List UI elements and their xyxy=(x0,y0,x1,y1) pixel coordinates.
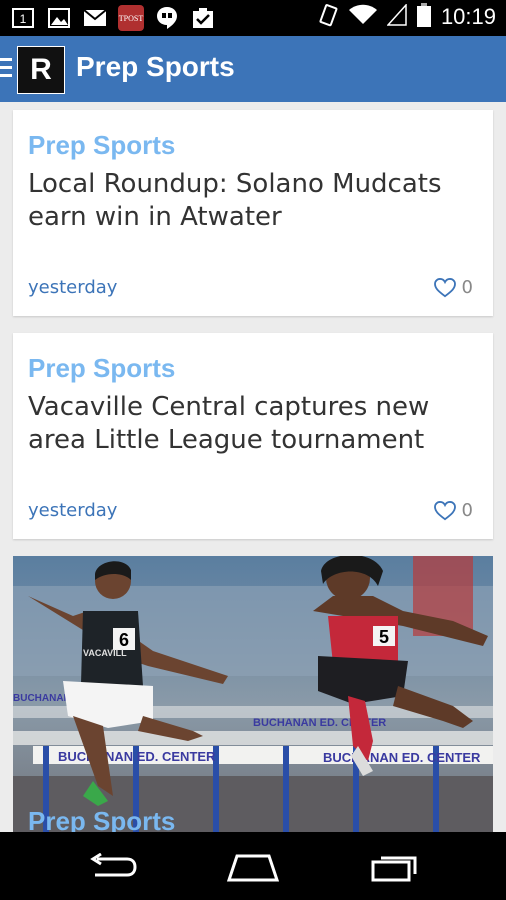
heart-icon xyxy=(433,500,456,520)
like-button[interactable]: 0 xyxy=(433,500,473,521)
back-button[interactable] xyxy=(82,850,142,884)
back-icon xyxy=(90,853,137,877)
article-feed[interactable]: Prep Sports Local Roundup: Solano Mudcat… xyxy=(0,102,506,832)
notification-1-icon: 1 xyxy=(10,5,36,31)
hurdle-banner-text: BUCHANAN ED. CENTER xyxy=(323,750,481,765)
article-card[interactable]: Prep Sports Local Roundup: Solano Mudcat… xyxy=(13,110,493,316)
svg-text:TPOST: TPOST xyxy=(119,14,144,23)
article-category[interactable]: Prep Sports xyxy=(28,130,175,161)
gmail-icon xyxy=(82,5,108,31)
article-card[interactable]: Prep Sports Vacaville Central captures n… xyxy=(13,333,493,539)
recent-apps-icon xyxy=(371,856,417,882)
like-button[interactable]: 0 xyxy=(433,277,473,298)
menu-icon[interactable] xyxy=(0,58,12,80)
article-category[interactable]: Prep Sports xyxy=(28,806,175,832)
image-icon xyxy=(46,5,72,31)
heart-icon xyxy=(433,277,456,297)
article-headline[interactable]: Local Roundup: Solano Mudcats earn win i… xyxy=(28,168,483,234)
article-timestamp: yesterday xyxy=(28,500,118,521)
tasks-icon xyxy=(190,5,216,31)
app-bar: R Prep Sports xyxy=(0,36,506,102)
bib-number-right: 5 xyxy=(379,627,389,647)
photo-article-card[interactable]: BUCHANAN ED. CENTER BUCHANAN ED. CENTER … xyxy=(13,556,493,832)
battery-icon xyxy=(416,3,431,31)
status-bar: 1 TPOST 10:19 xyxy=(0,0,506,36)
vibrate-icon xyxy=(317,3,339,31)
page-title: Prep Sports xyxy=(76,51,235,82)
article-timestamp: yesterday xyxy=(28,277,118,298)
app-logo[interactable]: R xyxy=(17,46,65,94)
home-icon xyxy=(226,854,280,882)
like-count: 0 xyxy=(461,500,473,521)
hangouts-icon xyxy=(154,5,180,31)
wifi-icon xyxy=(348,4,377,30)
article-headline[interactable]: Vacaville Central captures new area Litt… xyxy=(28,391,483,457)
like-count: 0 xyxy=(461,277,473,298)
article-category[interactable]: Prep Sports xyxy=(28,353,175,384)
jersey-text-left: VACAVILL xyxy=(83,648,127,658)
tpost-icon: TPOST xyxy=(118,5,144,31)
recent-apps-button[interactable] xyxy=(364,850,424,884)
clock: 10:19 xyxy=(440,4,496,29)
bib-number-left: 6 xyxy=(119,630,129,650)
signal-icon xyxy=(386,3,407,30)
svg-text:1: 1 xyxy=(20,12,27,26)
article-photo[interactable]: BUCHANAN ED. CENTER BUCHANAN ED. CENTER … xyxy=(13,556,493,832)
hurdle-banner-text: BUCHANAN ED. CENTER xyxy=(58,749,216,764)
navigation-bar xyxy=(0,832,506,900)
home-button[interactable] xyxy=(223,850,283,884)
